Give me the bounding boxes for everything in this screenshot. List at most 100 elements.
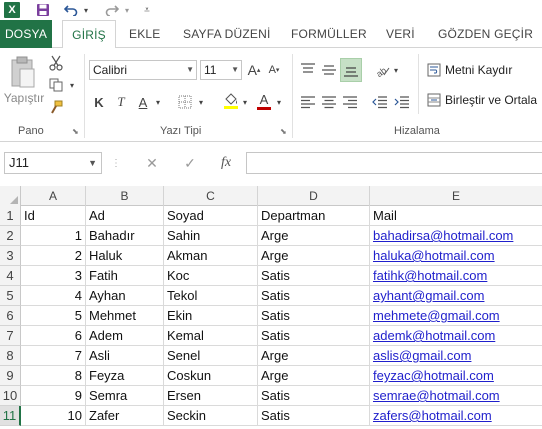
row-header-7[interactable]: 7 xyxy=(0,326,21,346)
redo-icon[interactable] xyxy=(104,1,120,19)
row-header-4[interactable]: 4 xyxy=(0,266,21,286)
cell-c11[interactable]: Seckin xyxy=(164,406,258,426)
tab-insert[interactable]: EKLE xyxy=(129,20,161,48)
merge-center-icon[interactable] xyxy=(426,90,442,110)
wrap-text-button[interactable]: Metni Kaydır xyxy=(445,60,537,80)
cell-a2[interactable]: 1 xyxy=(21,226,86,246)
font-size-combo[interactable]: 11 ▼ xyxy=(200,60,242,80)
font-launcher-icon[interactable]: ⬊ xyxy=(280,127,287,136)
cell-c4[interactable]: Koc xyxy=(164,266,258,286)
cell-c6[interactable]: Ekin xyxy=(164,306,258,326)
row-header-2[interactable]: 2 xyxy=(0,226,21,246)
grow-font-button[interactable]: A ▴ xyxy=(246,60,262,80)
cell-e6[interactable]: mehmete@gmail.com xyxy=(370,306,542,326)
paste-icon[interactable] xyxy=(8,54,38,90)
cancel-button[interactable]: ✕ xyxy=(140,152,164,174)
column-header-c[interactable]: C xyxy=(164,186,258,206)
cell-b1[interactable]: Ad xyxy=(86,206,164,226)
cell-e5[interactable]: ayhant@gmail.com xyxy=(370,286,542,306)
cell-d2[interactable]: Arge xyxy=(258,226,370,246)
align-bottom-icon[interactable] xyxy=(340,58,362,82)
fill-color-dropdown-icon[interactable]: ▾ xyxy=(240,94,250,110)
font-color-button[interactable]: A xyxy=(256,90,272,112)
column-header-d[interactable]: D xyxy=(258,186,370,206)
enter-button[interactable]: ✓ xyxy=(178,152,202,174)
column-header-b[interactable]: B xyxy=(86,186,164,206)
orientation-dropdown-icon[interactable]: ▾ xyxy=(392,62,400,78)
cell-b10[interactable]: Semra xyxy=(86,386,164,406)
cell-a5[interactable]: 4 xyxy=(21,286,86,306)
cell-e11[interactable]: zafers@hotmail.com xyxy=(370,406,542,426)
cell-e1[interactable]: Mail xyxy=(370,206,542,226)
cell-d5[interactable]: Satis xyxy=(258,286,370,306)
bold-button[interactable]: K xyxy=(91,92,107,112)
font-name-combo[interactable]: Calibri ▼ xyxy=(89,60,197,80)
cut-icon[interactable] xyxy=(46,54,66,72)
cell-a3[interactable]: 2 xyxy=(21,246,86,266)
align-center-icon[interactable] xyxy=(319,92,339,112)
format-painter-icon[interactable] xyxy=(46,98,66,116)
cell-d10[interactable]: Satis xyxy=(258,386,370,406)
cell-c1[interactable]: Soyad xyxy=(164,206,258,226)
cell-c9[interactable]: Coskun xyxy=(164,366,258,386)
cell-d9[interactable]: Arge xyxy=(258,366,370,386)
cell-b2[interactable]: Bahadır xyxy=(86,226,164,246)
underline-button[interactable]: A xyxy=(135,92,151,112)
cell-d3[interactable]: Arge xyxy=(258,246,370,266)
cell-a1[interactable]: Id xyxy=(21,206,86,226)
redo-dropdown-icon[interactable]: ▾ xyxy=(122,1,132,19)
cell-e7[interactable]: ademk@hotmail.com xyxy=(370,326,542,346)
cell-d11[interactable]: Satis xyxy=(258,406,370,426)
cell-c8[interactable]: Senel xyxy=(164,346,258,366)
row-header-3[interactable]: 3 xyxy=(0,246,21,266)
row-header-11[interactable]: 11 xyxy=(0,406,21,426)
column-header-e[interactable]: E xyxy=(370,186,542,206)
tab-file[interactable]: DOSYA xyxy=(0,20,52,48)
clipboard-launcher-icon[interactable]: ⬊ xyxy=(72,127,79,136)
shrink-font-button[interactable]: A ▾ xyxy=(266,60,282,80)
cell-b3[interactable]: Haluk xyxy=(86,246,164,266)
decrease-indent-icon[interactable] xyxy=(370,92,390,112)
cell-d8[interactable]: Arge xyxy=(258,346,370,366)
row-header-5[interactable]: 5 xyxy=(0,286,21,306)
cell-b5[interactable]: Ayhan xyxy=(86,286,164,306)
cell-e9[interactable]: feyzac@hotmail.com xyxy=(370,366,542,386)
cell-b8[interactable]: Asli xyxy=(86,346,164,366)
tab-home[interactable]: GİRİŞ xyxy=(62,20,116,49)
cell-c7[interactable]: Kemal xyxy=(164,326,258,346)
row-header-9[interactable]: 9 xyxy=(0,366,21,386)
select-all-button[interactable] xyxy=(0,186,21,206)
row-header-6[interactable]: 6 xyxy=(0,306,21,326)
cell-d4[interactable]: Satis xyxy=(258,266,370,286)
wrap-text-icon[interactable] xyxy=(426,60,442,80)
tab-data[interactable]: VERİ xyxy=(386,20,415,48)
orientation-icon[interactable]: ab xyxy=(372,60,392,80)
cell-c2[interactable]: Sahin xyxy=(164,226,258,246)
cell-c3[interactable]: Akman xyxy=(164,246,258,266)
borders-dropdown-icon[interactable]: ▾ xyxy=(196,94,206,110)
cell-c10[interactable]: Ersen xyxy=(164,386,258,406)
cell-d1[interactable]: Departman xyxy=(258,206,370,226)
tab-review[interactable]: GÖZDEN GEÇİR xyxy=(438,20,533,48)
formula-input[interactable] xyxy=(246,152,542,174)
paste-button[interactable]: Yapıştır xyxy=(2,91,46,105)
cell-e2[interactable]: bahadirsa@hotmail.com xyxy=(370,226,542,246)
undo-icon[interactable] xyxy=(63,1,79,19)
cell-b9[interactable]: Feyza xyxy=(86,366,164,386)
cell-b4[interactable]: Fatih xyxy=(86,266,164,286)
cell-b11[interactable]: Zafer xyxy=(86,406,164,426)
copy-icon[interactable] xyxy=(46,76,66,94)
align-left-icon[interactable] xyxy=(298,92,318,112)
cell-a10[interactable]: 9 xyxy=(21,386,86,406)
cell-e4[interactable]: fatihk@hotmail.com xyxy=(370,266,542,286)
underline-dropdown-icon[interactable]: ▾ xyxy=(153,94,163,110)
row-header-8[interactable]: 8 xyxy=(0,346,21,366)
align-top-icon[interactable] xyxy=(298,60,318,80)
fill-color-icon[interactable] xyxy=(222,90,240,112)
cell-a6[interactable]: 5 xyxy=(21,306,86,326)
row-header-1[interactable]: 1 xyxy=(0,206,21,226)
cell-d6[interactable]: Satis xyxy=(258,306,370,326)
cell-c5[interactable]: Tekol xyxy=(164,286,258,306)
align-right-icon[interactable] xyxy=(340,92,360,112)
undo-dropdown-icon[interactable]: ▾ xyxy=(81,1,91,19)
